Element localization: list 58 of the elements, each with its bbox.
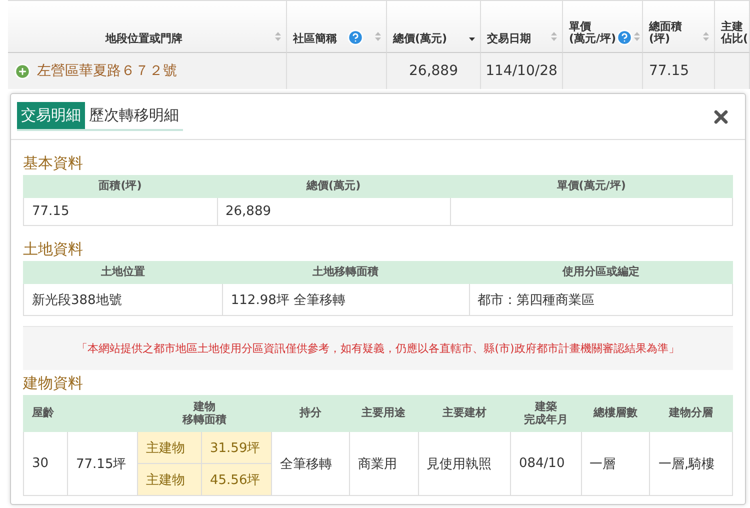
help-icon[interactable]: [347, 29, 364, 46]
column-label: 地段位置或門牌: [104, 33, 184, 46]
help-icon[interactable]: [616, 29, 634, 46]
table-cell: 主建物: [138, 432, 202, 464]
column-header[interactable]: 地段位置或門牌: [8, 1, 287, 53]
table-header: 主要建材: [418, 396, 510, 432]
table-header: 建物 移轉面積: [138, 396, 272, 432]
table-cell: 26,889: [387, 53, 481, 89]
column-label: 社區簡稱: [293, 33, 337, 46]
table-cell: 見使用執照: [418, 432, 510, 496]
table-header: 建物分層: [650, 396, 732, 432]
table-cell: [715, 53, 750, 89]
table-cell: 新光段388地號: [24, 284, 222, 316]
table-header: 總樓層數: [581, 396, 650, 432]
table-header: 面積(坪): [24, 176, 217, 198]
table-header: 單價(萬元/坪): [450, 176, 732, 198]
section-title: 土地資料: [23, 240, 84, 259]
table-header: 土地移轉面積: [222, 262, 470, 284]
table-header: 屋齡: [24, 396, 138, 432]
column-label: 總面積 (坪): [649, 20, 682, 46]
table-cell: 全筆移轉: [272, 432, 350, 496]
column-label: 主建 佔比(: [721, 20, 748, 46]
table-cell: 45.56坪: [202, 464, 272, 496]
table-cell: 30: [24, 432, 68, 496]
table-cell: 商業用: [349, 432, 418, 496]
column-label: 總價(萬元): [393, 33, 448, 46]
address-link[interactable]: 左營區華夏路６７２號: [37, 62, 177, 80]
column-label: 交易日期: [487, 33, 531, 46]
section-title: 基本資料: [23, 154, 84, 173]
column-header[interactable]: 單價 (萬元/坪): [563, 1, 643, 53]
table-cell: 77.15: [24, 198, 217, 226]
notice-text: 「本網站提供之都市地區土地使用分區資訊僅供參考，如有疑義，仍應以各直轄市、縣(市)政府都市計畫機關審認結果為準」: [23, 326, 733, 370]
table-cell: 112.98坪 全筆移轉: [222, 284, 470, 316]
table-cell: 一層: [581, 432, 650, 496]
column-label: 單價 (萬元/坪): [569, 20, 616, 46]
table-header: 總價(萬元): [217, 176, 450, 198]
table-cell: 084/10: [510, 432, 582, 496]
table-cell: 114/10/28: [481, 53, 563, 89]
table-header: 主要用途: [349, 396, 418, 432]
column-header[interactable]: 交易日期: [481, 1, 563, 53]
table-cell: 都市：第四種商業區: [469, 284, 732, 316]
tab[interactable]: 交易明細: [17, 102, 85, 129]
table-header: 持分: [272, 396, 350, 432]
column-header[interactable]: 主建 佔比(: [715, 1, 750, 53]
table-cell: 主建物: [138, 464, 202, 496]
table-cell: 31.59坪: [202, 432, 272, 464]
column-header[interactable]: 社區簡稱: [287, 1, 387, 53]
column-header[interactable]: 總面積 (坪): [643, 1, 715, 53]
table-header: 使用分區或編定: [469, 262, 732, 284]
table-cell: 一層,騎樓: [650, 432, 732, 496]
table-cell: 77.15坪: [68, 432, 138, 496]
table-header: 土地位置: [24, 262, 222, 284]
table-cell: 26,889: [217, 198, 450, 226]
section-title: 建物資料: [23, 374, 84, 393]
expand-icon[interactable]: [14, 62, 31, 80]
table-header: 建築 完成年月: [510, 396, 582, 432]
table-cell: 77.15: [643, 53, 715, 89]
column-header[interactable]: 總價(萬元): [387, 1, 481, 53]
